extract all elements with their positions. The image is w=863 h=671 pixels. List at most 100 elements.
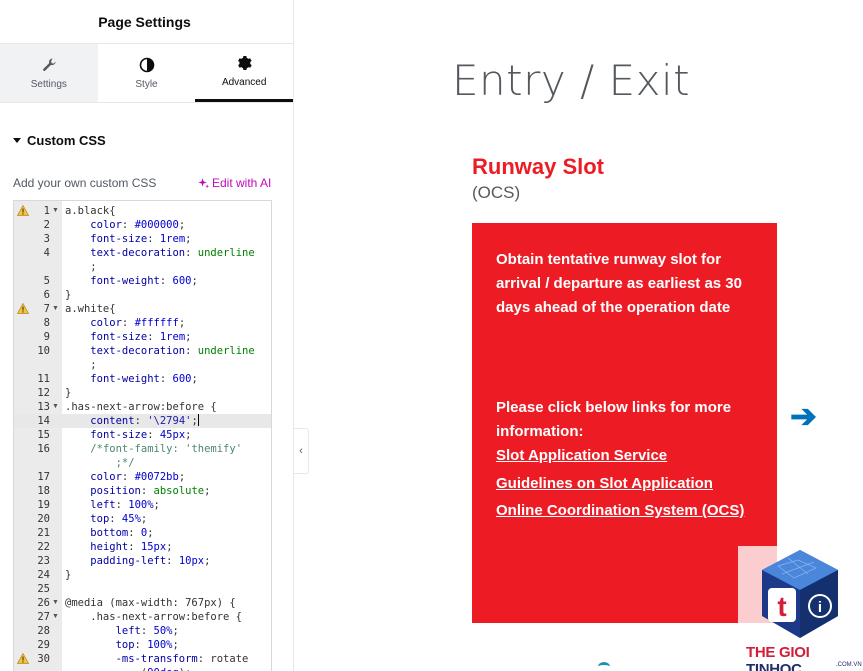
tab-advanced-label: Advanced — [221, 77, 267, 88]
code-line[interactable]: 22 height: 15px; — [14, 540, 271, 554]
code-line[interactable]: 26 ▼ @media (max-width: 767px) { — [14, 596, 271, 610]
custom-css-section-toggle[interactable]: Custom CSS — [13, 133, 106, 148]
code-text: } — [65, 387, 72, 399]
code-line[interactable]: 30 -ms-transform: rotate — [14, 652, 271, 666]
code-line[interactable]: ; — [14, 358, 271, 372]
link-online-coordination-system[interactable]: Online Coordination System (OCS) — [496, 502, 744, 519]
card-description: Obtain tentative runway slot for arrival… — [496, 251, 742, 316]
card-info-text: Please click below links for more inform… — [496, 399, 732, 440]
code-line[interactable]: 19 left: 100%; — [14, 498, 271, 512]
runway-slot-subtitle: (OCS) — [472, 183, 521, 202]
runway-slot-title: Runway Slot — [472, 154, 605, 179]
line-number: 11 — [37, 373, 50, 385]
code-line[interactable]: 6} — [14, 288, 271, 302]
tab-style[interactable]: Style — [98, 44, 196, 102]
code-line[interactable]: 15 font-size: 45px; — [14, 428, 271, 442]
line-number: 9 — [43, 331, 50, 343]
code-line[interactable]: 25 — [14, 582, 271, 596]
link-slot-application-service[interactable]: Slot Application Service — [496, 447, 667, 464]
code-line[interactable]: 11 font-weight: 600; — [14, 372, 271, 386]
code-text: @media (max-width: 767px) { — [65, 597, 236, 609]
code-line[interactable]: 10 text-decoration: underline — [14, 344, 271, 358]
panel-tabs: Settings Style Advanced — [0, 44, 294, 103]
code-text: } — [65, 569, 72, 581]
collapse-panel-button[interactable]: ‹ — [294, 428, 309, 474]
caret-down-icon — [13, 138, 21, 143]
line-number: 2 — [43, 219, 50, 231]
code-line[interactable]: 4 text-decoration: underline — [14, 246, 271, 260]
code-line[interactable]: 1 ▼ a.black{ — [14, 204, 271, 218]
code-text: ; — [65, 261, 97, 273]
line-number: 21 — [37, 527, 50, 539]
code-text: font-size: 45px; — [90, 429, 192, 441]
code-line[interactable]: 17 color: #0072bb; — [14, 470, 271, 484]
code-line[interactable]: 5 font-weight: 600; — [14, 274, 271, 288]
code-text: left: 50%; — [115, 625, 179, 637]
code-line[interactable]: 24} — [14, 568, 271, 582]
next-arrow-icon: ➔ — [790, 398, 817, 434]
code-text: a.white{ — [65, 303, 116, 315]
code-line[interactable]: 12} — [14, 386, 271, 400]
fold-toggle-icon[interactable]: ▼ — [52, 596, 59, 610]
line-number: 14 — [37, 415, 50, 427]
code-line[interactable]: ; — [14, 260, 271, 274]
code-line[interactable]: 16 /*font-family: 'themify' — [14, 442, 271, 456]
line-number: 7 — [43, 303, 50, 315]
code-text: font-weight: 600; — [90, 373, 198, 385]
link-guidelines-slot-application[interactable]: Guidelines on Slot Application — [496, 475, 713, 492]
code-line[interactable]: 2 color: #000000; — [14, 218, 271, 232]
code-line[interactable]: 21 bottom: 0; — [14, 526, 271, 540]
partial-decoration — [598, 662, 610, 671]
gear-icon — [238, 56, 252, 70]
code-text: font-size: 1rem; — [90, 331, 192, 343]
fold-toggle-icon[interactable]: ▼ — [52, 204, 59, 218]
line-number: 17 — [37, 471, 50, 483]
line-number: 1 — [43, 205, 50, 217]
line-number: 30 — [37, 653, 50, 665]
code-line[interactable]: 13 ▼ .has-next-arrow:before { — [14, 400, 271, 414]
code-text: padding-left: 10px; — [90, 555, 211, 567]
line-number: 3 — [43, 233, 50, 245]
code-line[interactable]: 29 top: 100%; — [14, 638, 271, 652]
line-number: 23 — [37, 555, 50, 567]
fold-toggle-icon[interactable]: ▼ — [52, 400, 59, 414]
line-number: 4 — [43, 247, 50, 259]
tab-advanced[interactable]: Advanced — [195, 44, 294, 102]
code-line[interactable]: 9 font-size: 1rem; — [14, 330, 271, 344]
code-line[interactable]: 27 ▼ .has-next-arrow:before { — [14, 610, 271, 624]
code-text: font-size: 1rem; — [90, 233, 192, 245]
code-text: ; — [65, 359, 97, 371]
code-line[interactable]: 20 top: 45%; — [14, 512, 271, 526]
code-text: bottom: 0; — [90, 527, 154, 539]
wrench-icon — [42, 58, 56, 71]
watermark-cube-logo: t i — [762, 550, 838, 638]
code-line[interactable]: 3 font-size: 1rem; — [14, 232, 271, 246]
watermark-domain: .COM.VN — [836, 662, 862, 668]
fold-toggle-icon[interactable]: ▼ — [52, 610, 59, 624]
code-line[interactable]: 7 ▼ a.white{ — [14, 302, 271, 316]
code-line[interactable]: 18 position: absolute; — [14, 484, 271, 498]
line-number: 26 — [37, 597, 50, 609]
fold-toggle-icon[interactable]: ▼ — [52, 302, 59, 316]
code-text: -ms-transform: rotate — [115, 653, 249, 665]
code-text: text-decoration: underline — [90, 247, 255, 259]
code-text: position: absolute; — [90, 485, 211, 497]
css-code-editor[interactable]: 1 ▼ a.black{2 color: #000000; 3 font-size: … — [13, 200, 272, 671]
code-line[interactable]: 28 left: 50%; — [14, 624, 271, 638]
svg-text:i: i — [818, 599, 822, 616]
edit-with-ai-button[interactable]: Edit with AI — [198, 176, 271, 190]
code-text: .has-next-arrow:before { — [65, 401, 217, 413]
code-text: top: 100%; — [115, 639, 179, 651]
code-text: } — [65, 289, 72, 301]
code-line[interactable]: 8 color: #ffffff; — [14, 316, 271, 330]
code-text: text-decoration: underline — [90, 345, 255, 357]
code-text: /*font-family: 'themify' — [90, 443, 243, 455]
tab-settings[interactable]: Settings — [0, 44, 98, 102]
code-line[interactable]: ;*/ — [14, 456, 271, 470]
code-text: ;*/ — [90, 457, 135, 469]
code-line[interactable]: (90deg); — [14, 666, 271, 671]
code-text: top: 45%; — [90, 513, 148, 525]
code-line[interactable]: 23 padding-left: 10px; — [14, 554, 271, 568]
code-line[interactable]: 14 content: '\2794'; — [14, 414, 271, 428]
code-text: left: 100%; — [90, 499, 160, 511]
